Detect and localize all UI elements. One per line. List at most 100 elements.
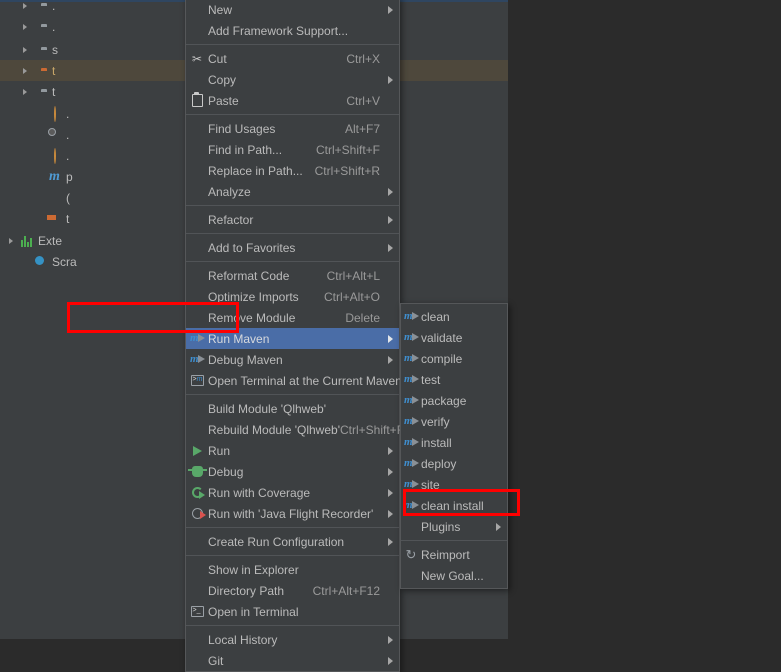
menu-separator — [186, 233, 399, 234]
menu-item-icon: m — [401, 306, 421, 327]
menu-item-label: test — [421, 372, 441, 387]
menu-item-debug[interactable]: Debug — [186, 461, 399, 482]
project-view-context-menu[interactable]: New Add Framework Support... ✂ Cut Ctrl+X Cop… — [185, 0, 473, 672]
menu-item-new[interactable]: New — [186, 0, 399, 20]
menu-item-label: Analyze — [208, 184, 251, 199]
tree-expand-chevron-icon[interactable] — [18, 16, 32, 37]
tree-item-label: t — [66, 211, 70, 226]
tree-item-icon-wrap — [46, 187, 63, 208]
menu-item-icon: m — [186, 349, 208, 370]
menu-item-validate[interactable]: m validate — [401, 327, 507, 348]
tree-expand-chevron-icon[interactable] — [18, 0, 32, 16]
menu-item-clean[interactable]: m clean — [401, 306, 507, 327]
menu-item-shortcut: Alt+F7 — [344, 121, 380, 136]
menu-separator — [186, 555, 399, 556]
menu-item-clean-install[interactable]: m clean install — [401, 495, 507, 516]
ide-window: .. s t t... m p(t Exte Scra New Add Framework Su… — [0, 0, 781, 672]
menu-item-label: Run with 'Java Flight Recorder' — [208, 506, 374, 521]
tree-item-icon-wrap — [32, 16, 49, 37]
menu-item-test[interactable]: m test — [401, 369, 507, 390]
menu-item-run-with-java-flight-recorder[interactable]: Run with 'Java Flight Recorder' — [186, 503, 399, 524]
menu-item-add-to-favorites[interactable]: Add to Favorites — [186, 237, 399, 258]
tree-item-label: . — [66, 106, 70, 121]
tree-expand-chevron-icon[interactable] — [18, 39, 32, 60]
menu-item-debug-maven[interactable]: m Debug Maven — [186, 349, 399, 370]
menu-item-find-usages[interactable]: Find Usages Alt+F7 — [186, 118, 399, 139]
menu-item-run-with-coverage[interactable]: Run with Coverage — [186, 482, 399, 503]
tree-no-chevron — [18, 251, 32, 272]
submenu-arrow-icon — [388, 446, 393, 455]
maven-goal-icon: m — [404, 499, 419, 512]
menu-item-run-maven[interactable]: m Run Maven — [186, 328, 399, 349]
menu-item-cut[interactable]: ✂ Cut Ctrl+X — [186, 48, 399, 69]
menu-item-open-in-terminal[interactable]: >_ Open in Terminal — [186, 601, 399, 622]
menu-item-open-terminal-at-the-current-maven-module-path[interactable]: >m Open Terminal at the Current Maven Mod… — [186, 370, 473, 391]
menu-item-icon — [186, 482, 208, 503]
menu-item-label: Run Maven — [208, 331, 270, 346]
menu-item-site[interactable]: m site — [401, 474, 507, 495]
menu-item-label: Create Run Configuration — [208, 534, 345, 549]
menu-item-copy[interactable]: Copy — [186, 69, 399, 90]
tree-expand-chevron-icon[interactable] — [18, 81, 32, 102]
menu-item-icon — [186, 118, 208, 139]
menu-item-label: Find Usages — [208, 121, 276, 136]
menu-item-label: Open in Terminal — [208, 604, 299, 619]
menu-item-local-history[interactable]: Local History — [186, 629, 399, 650]
submenu-arrow-icon — [388, 467, 393, 476]
menu-item-reimport[interactable]: ↻ Reimport — [401, 544, 507, 565]
menu-item-icon: m — [401, 432, 421, 453]
menu-item-icon — [186, 237, 208, 258]
menu-item-refactor[interactable]: Refactor — [186, 209, 399, 230]
menu-item-directory-path[interactable]: Directory Path Ctrl+Alt+F12 — [186, 580, 399, 601]
menu-item-add-framework-support[interactable]: Add Framework Support... — [186, 20, 399, 41]
menu-item-analyze[interactable]: Analyze — [186, 181, 399, 202]
menu-item-find-in-path[interactable]: Find in Path... Ctrl+Shift+F — [186, 139, 399, 160]
menu-separator — [186, 625, 399, 626]
maven-goal-icon: m — [404, 373, 419, 386]
menu-item-rebuild-module-qlhweb[interactable]: Rebuild Module 'Qlhweb' Ctrl+Shift+F9 — [186, 419, 411, 440]
menu-item-label: Cut — [208, 51, 227, 66]
menu-item-icon — [186, 90, 208, 111]
menu-item-git[interactable]: Git — [186, 650, 399, 671]
tree-item-icon-wrap — [46, 103, 63, 124]
menu-item-icon: m — [401, 411, 421, 432]
menu-item-compile[interactable]: m compile — [401, 348, 507, 369]
run-maven-submenu[interactable]: m clean m validate m compile m test m package m ver… — [400, 303, 508, 589]
menu-item-label: Debug Maven — [208, 352, 283, 367]
menu-item-icon: m — [401, 390, 421, 411]
tree-item-label: . — [66, 148, 70, 163]
editor-area[interactable] — [508, 0, 781, 639]
menu-item-run[interactable]: Run — [186, 440, 399, 461]
menu-item-plugins[interactable]: Plugins — [401, 516, 507, 537]
menu-item-new-goal[interactable]: New Goal... — [401, 565, 507, 586]
tree-expand-chevron-icon[interactable] — [18, 60, 32, 81]
menu-item-paste[interactable]: Paste Ctrl+V — [186, 90, 399, 111]
menu-item-show-in-explorer[interactable]: Show in Explorer — [186, 559, 399, 580]
menu-item-create-run-configuration[interactable]: Create Run Configuration — [186, 531, 399, 552]
menu-item-optimize-imports[interactable]: Optimize Imports Ctrl+Alt+O — [186, 286, 399, 307]
menu-item-label: Remove Module — [208, 310, 296, 325]
menu-item-label: Reformat Code — [208, 268, 290, 283]
maven-goal-icon: m — [404, 415, 419, 428]
tree-item-label: p — [66, 169, 73, 184]
menu-item-replace-in-path[interactable]: Replace in Path... Ctrl+Shift+R — [186, 160, 399, 181]
maven-goal-icon: m — [404, 310, 419, 323]
menu-item-build-module-qlhweb[interactable]: Build Module 'Qlhweb' — [186, 398, 399, 419]
menu-item-package[interactable]: m package — [401, 390, 507, 411]
menu-item-label: Directory Path — [208, 583, 285, 598]
menu-item-icon: >_ — [186, 601, 208, 622]
menu-item-verify[interactable]: m verify — [401, 411, 507, 432]
menu-item-icon — [186, 580, 208, 601]
menu-item-remove-module[interactable]: Remove Module Delete — [186, 307, 399, 328]
menu-item-label: Paste — [208, 93, 239, 108]
menu-item-deploy[interactable]: m deploy — [401, 453, 507, 474]
menu-item-reformat-code[interactable]: Reformat Code Ctrl+Alt+L — [186, 265, 399, 286]
maven-goal-icon: m — [404, 436, 419, 449]
menu-item-icon — [186, 503, 208, 524]
debug-icon — [187, 466, 207, 477]
tree-expand-chevron-icon[interactable] — [4, 230, 18, 251]
menu-item-install[interactable]: m install — [401, 432, 507, 453]
menu-item-label: install — [421, 435, 452, 450]
menu-item-icon: m — [401, 474, 421, 495]
menu-item-icon — [186, 307, 208, 328]
